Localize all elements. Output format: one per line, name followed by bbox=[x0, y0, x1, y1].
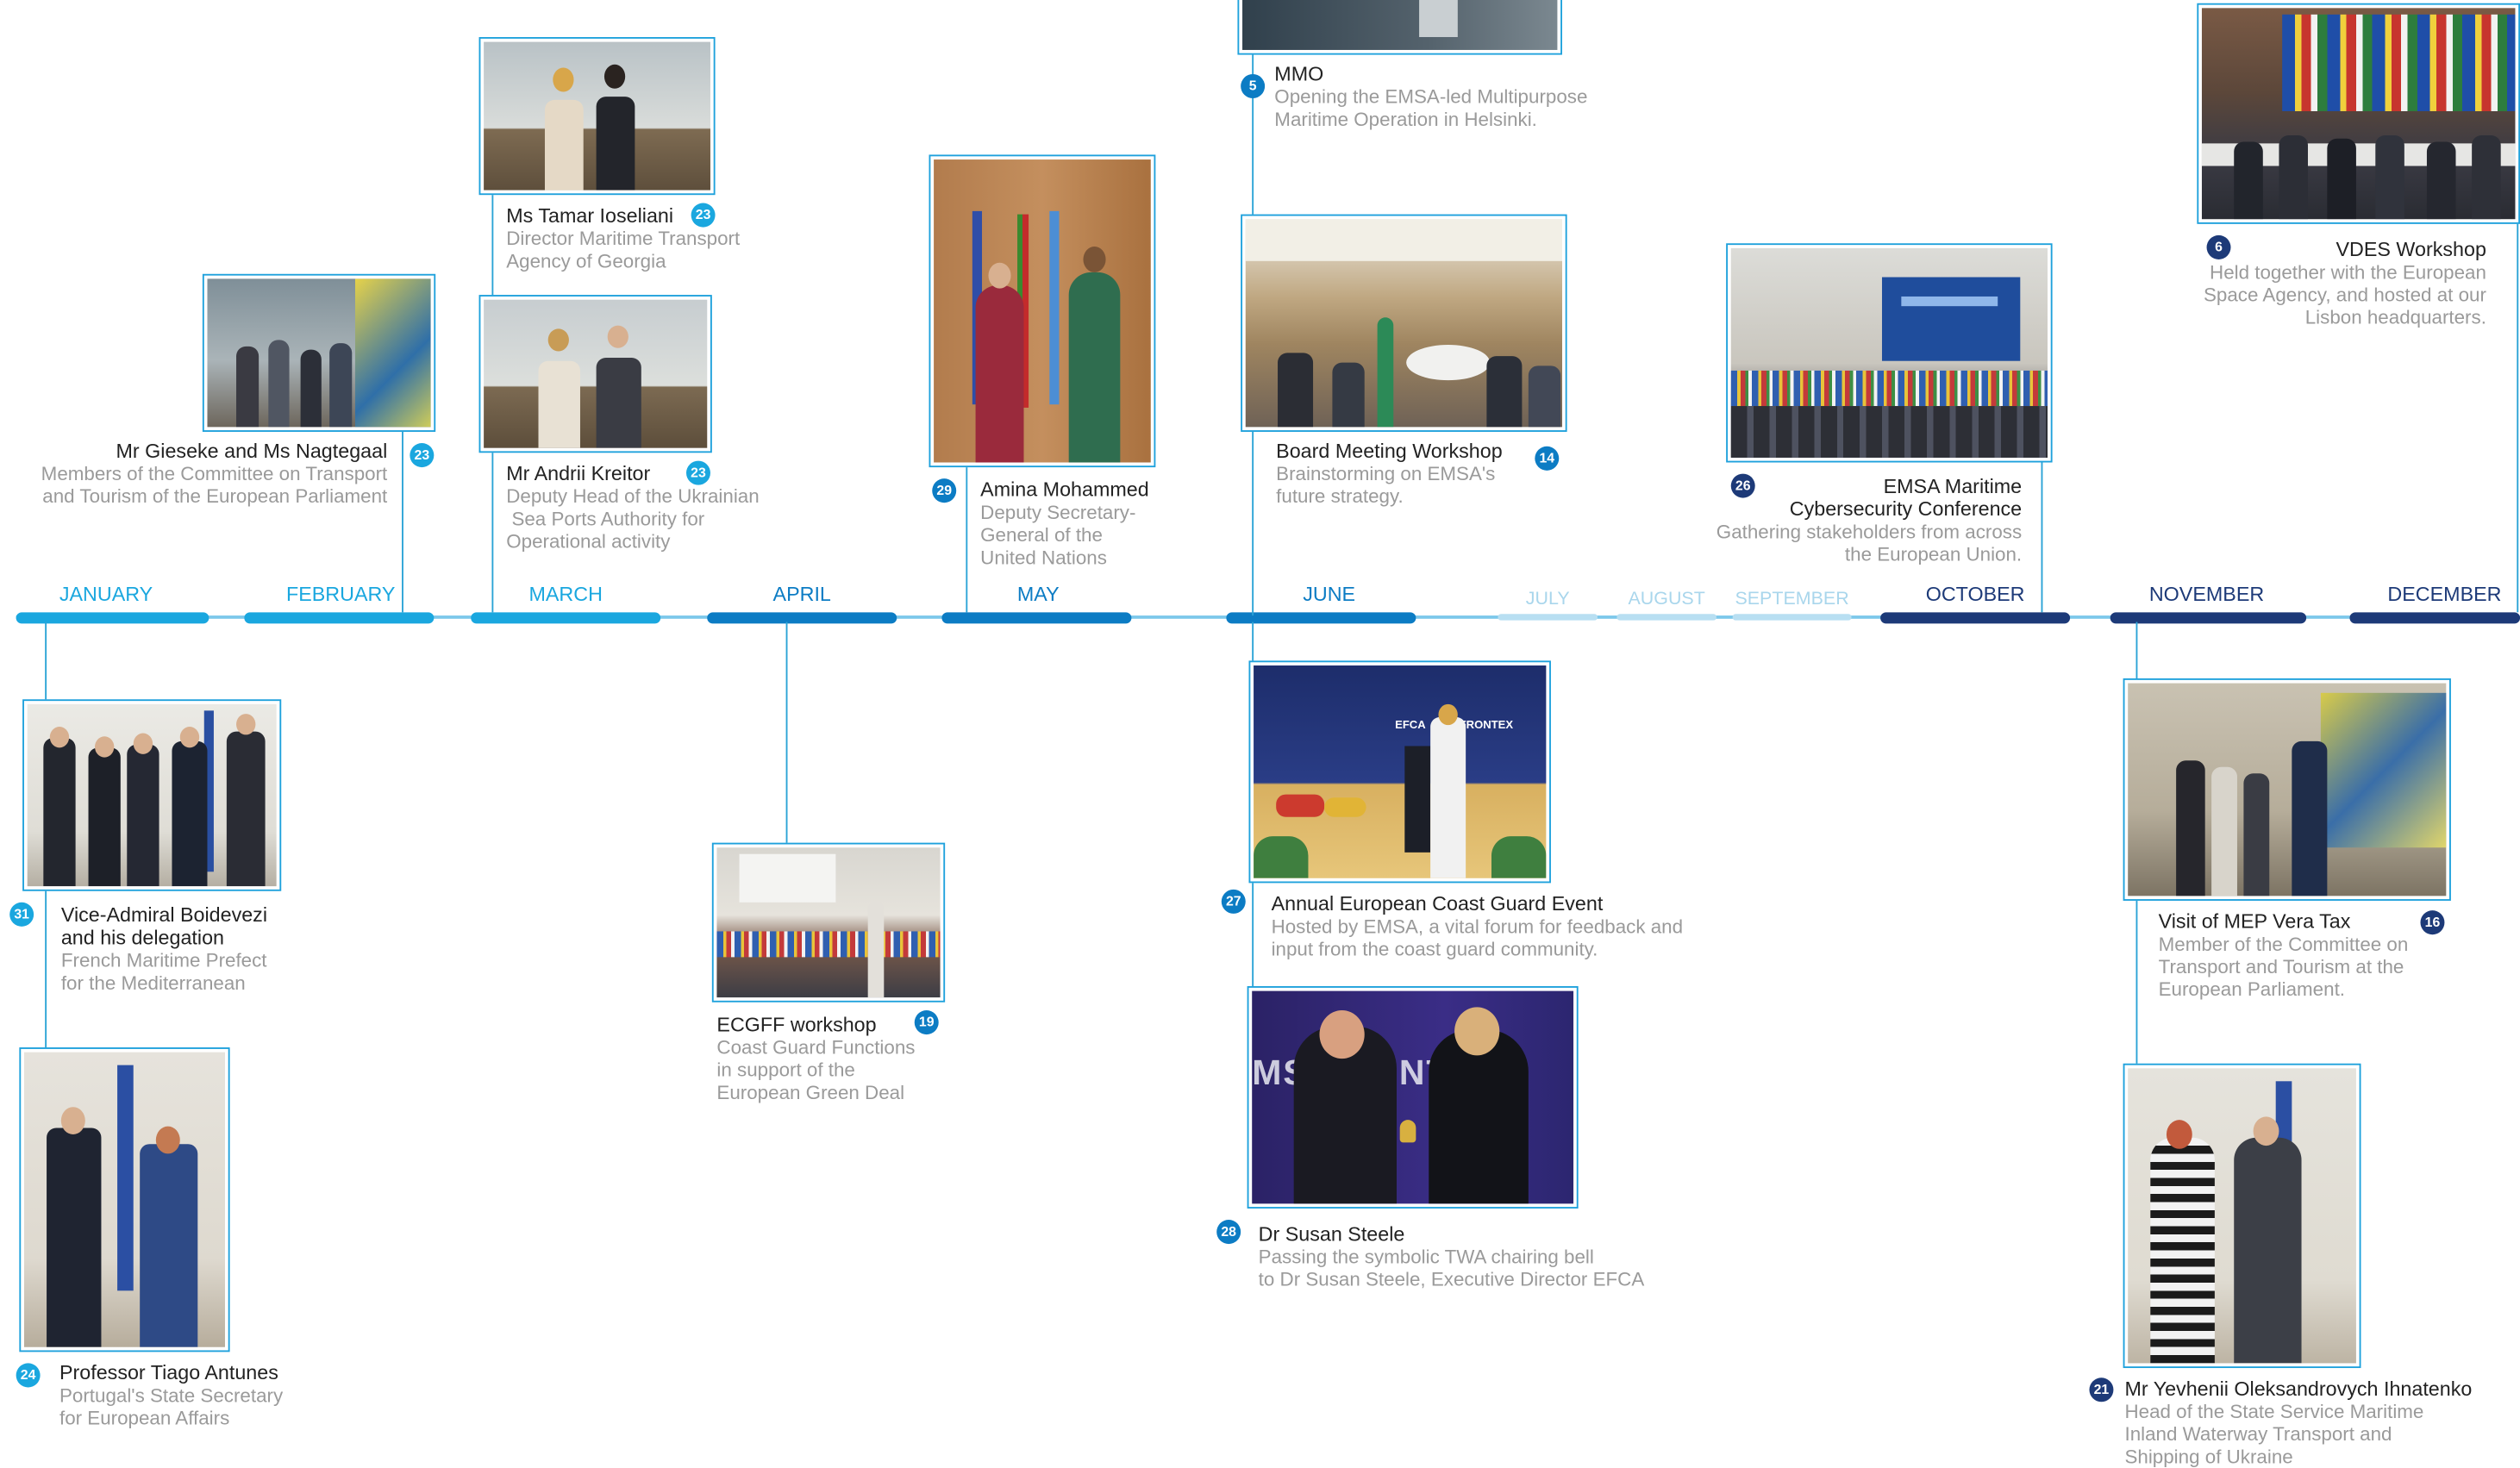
event-desc-cyber: Gathering stakeholders from across the E… bbox=[1716, 520, 2023, 566]
efca-banner: EFCA bbox=[1395, 720, 1426, 732]
december-bar bbox=[2349, 612, 2520, 624]
badge-day-cyber: 26 bbox=[1730, 473, 1755, 498]
month-april: APRIL bbox=[772, 583, 831, 606]
june-bar bbox=[1226, 612, 1416, 624]
event-name-ihnatenko: Mr Yevhenii Oleksandrovych Ihnatenko bbox=[2124, 1377, 2473, 1401]
month-january: JANUARY bbox=[59, 583, 153, 606]
badge-day-kreitor: 23 bbox=[686, 460, 710, 485]
october-bar bbox=[1880, 612, 2071, 624]
event-desc-gieseke: Members of the Committee on Transport an… bbox=[41, 462, 388, 508]
april-bar bbox=[707, 612, 897, 624]
month-july: JULY bbox=[1525, 590, 1570, 609]
photo-tiago-antunes bbox=[19, 1047, 230, 1352]
badge-day-mmo: 5 bbox=[1241, 73, 1266, 99]
photo-susan-steele: MS FRONTEX bbox=[1247, 986, 1579, 1209]
march-bar bbox=[471, 612, 661, 624]
photo-vera-tax bbox=[2123, 678, 2451, 901]
event-desc-vdes: Held together with the European Space Ag… bbox=[2203, 260, 2486, 329]
event-name-vdes: VDES Workshop bbox=[2336, 238, 2486, 261]
august-bar bbox=[1616, 614, 1716, 621]
may-bar bbox=[941, 612, 1132, 624]
photo-kreitor bbox=[478, 295, 712, 453]
november-bar bbox=[2110, 612, 2307, 624]
event-name-kreitor: Mr Andrii Kreitor bbox=[506, 462, 651, 485]
month-september: SEPTEMBER bbox=[1735, 590, 1849, 609]
badge-day-board: 14 bbox=[1535, 446, 1560, 471]
event-desc-ihnatenko: Head of the State Service Maritime Inlan… bbox=[2124, 1400, 2424, 1468]
month-august: AUGUST bbox=[1628, 590, 1705, 609]
event-name-mmo: MMO bbox=[1274, 62, 1324, 86]
timeline-page: JANUARY FEBRUARY MARCH APRIL MAY JUNE JU… bbox=[0, 0, 2520, 1468]
month-june: JUNE bbox=[1303, 583, 1356, 606]
event-desc-amina: Deputy Secretary- General of the United … bbox=[980, 501, 1136, 569]
connector-may bbox=[966, 467, 968, 613]
event-desc-ioseliani: Director Maritime Transport Agency of Ge… bbox=[506, 227, 741, 272]
badge-day-feb-23: 23 bbox=[410, 443, 435, 468]
event-desc-antunes: Portugal's State Secretary for European … bbox=[59, 1384, 284, 1430]
connector-october bbox=[2041, 460, 2043, 613]
july-bar bbox=[1498, 614, 1598, 621]
photo-vice-admiral bbox=[22, 699, 282, 891]
event-desc-ecgff: Coast Guard Functions in support of the … bbox=[716, 1035, 916, 1104]
february-bar bbox=[244, 612, 435, 624]
photo-cybersecurity-conference bbox=[1726, 243, 2053, 463]
event-name-steele: Dr Susan Steele bbox=[1258, 1222, 1405, 1246]
photo-coast-guard-event: EFCA FRONTEX bbox=[1248, 660, 1551, 884]
event-name-ecgff: ECGFF workshop bbox=[716, 1013, 877, 1036]
month-november: NOVEMBER bbox=[2148, 583, 2265, 606]
event-name-cyber: EMSA Maritime Cybersecurity Conference bbox=[1789, 475, 2023, 521]
event-name-coast-guard: Annual European Coast Guard Event bbox=[1271, 892, 1604, 915]
badge-day-steele: 28 bbox=[1216, 1220, 1241, 1245]
month-october: OCTOBER bbox=[1925, 583, 2025, 606]
badge-day-vice-admiral: 31 bbox=[9, 902, 34, 927]
photo-gieseke-nagtegaal bbox=[202, 273, 436, 432]
badge-day-ihnatenko: 21 bbox=[2089, 1377, 2114, 1402]
event-desc-vice-admiral: French Maritime Prefect for the Mediterr… bbox=[60, 949, 267, 995]
month-december: DECEMBER bbox=[2387, 583, 2502, 606]
badge-day-vera-tax: 16 bbox=[2420, 910, 2445, 935]
event-name-antunes: Professor Tiago Antunes bbox=[59, 1361, 278, 1384]
connector-feb bbox=[402, 431, 403, 613]
badge-day-ioseliani: 23 bbox=[691, 203, 716, 228]
event-name-ioseliani: Ms Tamar Ioseliani bbox=[506, 204, 674, 228]
event-desc-vera-tax: Member of the Committee on Transport and… bbox=[2158, 933, 2409, 1001]
event-desc-coast-guard: Hosted by EMSA, a vital forum for feedba… bbox=[1271, 915, 1684, 961]
event-desc-board: Brainstorming on EMSA's future strategy. bbox=[1276, 462, 1496, 508]
september-bar bbox=[1732, 614, 1852, 621]
event-desc-kreitor: Deputy Head of the Ukrainian Sea Ports A… bbox=[506, 484, 760, 553]
event-name-vera-tax: Visit of MEP Vera Tax bbox=[2158, 910, 2351, 934]
connector-december bbox=[2517, 222, 2519, 613]
month-february: FEBRUARY bbox=[285, 583, 396, 606]
badge-day-coast-guard: 27 bbox=[1221, 889, 1246, 914]
frontex-banner: FRONTEX bbox=[1459, 720, 1514, 732]
badge-day-amina: 29 bbox=[932, 478, 957, 503]
month-may: MAY bbox=[1016, 583, 1060, 606]
event-name-board: Board Meeting Workshop bbox=[1276, 440, 1503, 463]
photo-mmo bbox=[1237, 0, 1563, 55]
photo-board-meeting bbox=[1241, 214, 1567, 432]
badge-day-ecgff: 19 bbox=[914, 1010, 939, 1035]
photo-vdes-workshop bbox=[2197, 3, 2520, 224]
connector-april bbox=[785, 622, 788, 845]
badge-day-antunes: 24 bbox=[16, 1363, 41, 1388]
event-name-amina: Amina Mohammed bbox=[980, 478, 1149, 502]
badge-day-vdes: 6 bbox=[2206, 234, 2231, 259]
photo-amina-mohammed bbox=[929, 154, 1156, 468]
event-name-gieseke: Mr Gieseke and Ms Nagtegaal bbox=[116, 440, 388, 463]
photo-ioseliani bbox=[478, 36, 716, 196]
month-march: MARCH bbox=[528, 583, 603, 606]
event-name-vice-admiral: Vice-Admiral Boidevezi and his delegatio… bbox=[60, 903, 268, 950]
photo-ihnatenko bbox=[2123, 1063, 2361, 1369]
event-desc-mmo: Opening the EMSA-led Multipurpose Mariti… bbox=[1274, 85, 1588, 131]
event-desc-steele: Passing the symbolic TWA chairing bell t… bbox=[1258, 1245, 1645, 1291]
photo-ecgff-workshop bbox=[711, 842, 946, 1003]
